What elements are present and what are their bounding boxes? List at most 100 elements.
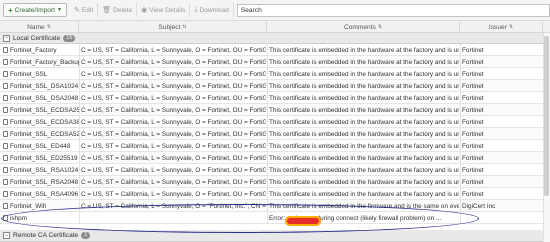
table-row[interactable]: Fortinet_SSL_ED448 C = US, ST = Californi… [0, 140, 550, 152]
table-row[interactable]: Fortinet_SSL_RSA1024 C = US, ST = Califor… [0, 164, 550, 176]
issuer-text: Fortinet [462, 58, 484, 66]
comments-text: This certificate is embedded in the hard… [269, 46, 459, 54]
table-row[interactable]: Fortinet_SSL_ECDSA521 C = US, ST = Califo… [0, 128, 550, 140]
column-separator [267, 128, 268, 140]
group-local-certificate[interactable]: − Local Certificate 15 [0, 33, 550, 44]
column-separator [460, 152, 461, 164]
cell-issuer: Fortinet [462, 56, 542, 68]
collapse-icon[interactable]: − [3, 232, 10, 239]
column-separator [267, 116, 268, 128]
column-separator [267, 188, 268, 200]
comments-text: This certificate is embedded in the hard… [269, 58, 459, 66]
table-row[interactable]: Fortinet_SSL_RSA4096 C = US, ST = Califor… [0, 188, 550, 200]
eye-icon: ◉ [141, 7, 148, 14]
table-row[interactable]: Fortinet_SSL C = US, ST = California, L =… [0, 68, 550, 80]
certificate-icon [3, 71, 8, 77]
table-row[interactable]: Fortinet_Factory C = US, ST = California,… [0, 44, 550, 56]
certificate-icon [3, 155, 8, 161]
subject-text: C = US, ST = California, L = Sunnyvale, … [81, 118, 266, 126]
cell-comments: This certificate is embedded in the hard… [269, 140, 459, 152]
column-separator [267, 176, 268, 188]
cell-issuer: Fortinet [462, 116, 542, 128]
sort-icon: ⇅ [46, 24, 51, 30]
column-separator [460, 164, 461, 176]
subject-text: C = US, ST = California, L = Sunnyvale, … [81, 106, 266, 114]
cell-subject: C = US, ST = California, L = Sunnyvale, … [81, 68, 266, 80]
table-row[interactable]: Fortinet_SSL_ECDSA256 C = US, ST = Califo… [0, 104, 550, 116]
plus-icon: + [8, 5, 13, 15]
chevron-down-icon: ▼ [56, 7, 62, 13]
subject-text: C = US, ST = California, L = Sunnyvale, … [81, 166, 266, 174]
cell-name: Fortinet_SSL_ECDSA256 [3, 104, 79, 116]
table-row[interactable]: Fortinet_Factory_Backup C = US, ST = Cali… [0, 56, 550, 68]
column-header-subject[interactable]: Subject ⇅ [79, 21, 267, 33]
column-separator [79, 152, 80, 164]
issuer-text: Fortinet [462, 82, 484, 90]
subject-text: C = US, ST = California, L = Sunnyvale, … [81, 46, 266, 54]
cell-issuer: DigiCert Inc [462, 200, 542, 212]
delete-button[interactable]: 🗑 Delete [98, 3, 138, 17]
issuer-text: DigiCert Inc [462, 202, 496, 210]
table-row[interactable]: Fortinet_SSL_RSA2048 C = US, ST = Califor… [0, 176, 550, 188]
subject-text: C = US, ST = California, L = Sunnyvale, … [81, 58, 266, 66]
column-separator [267, 92, 268, 104]
column-issuer-label: Issuer [488, 23, 507, 31]
delete-label: Delete [113, 6, 133, 14]
column-separator [460, 56, 461, 68]
comments-text: This certificate is embedded in the hard… [269, 106, 459, 114]
edit-button[interactable]: ✎ Edit [70, 3, 99, 17]
comments-text: This certificate is embedded in the hard… [269, 130, 459, 138]
comments-text: This certificate is embedded in the hard… [269, 178, 459, 186]
name-text: Fortinet_Factory [10, 46, 57, 54]
column-name-label: Name [27, 23, 45, 31]
download-button[interactable]: ⤓ Download [190, 3, 234, 17]
name-text: Fortinet_SSL_ECDSA521 [10, 130, 79, 138]
cell-issuer: Fortinet [462, 44, 542, 56]
cell-issuer: Fortinet [462, 92, 542, 104]
column-separator [79, 164, 80, 176]
cell-issuer: Fortinet [462, 164, 542, 176]
issuer-text: Fortinet [462, 166, 484, 174]
comments-text: This certificate is embedded in the hard… [269, 142, 459, 150]
name-text: Fortinet_SSL_ED25519 [10, 154, 78, 162]
download-icon: ⤓ [194, 6, 198, 13]
cell-subject: C = US, ST = California, L = Sunnyvale, … [81, 116, 266, 128]
table-header: Name ⇅ Subject ⇅ Comments ⇅ Issuer ⇅ [0, 21, 550, 33]
column-separator [267, 68, 268, 80]
column-separator [79, 80, 80, 92]
count-badge: 1 [81, 232, 91, 239]
cell-subject: C = US, ST = California, L = Sunnyvale, … [81, 80, 266, 92]
column-header-issuer[interactable]: Issuer ⇅ [460, 21, 543, 33]
collapse-icon[interactable]: − [3, 34, 10, 42]
issuer-text: Fortinet [462, 154, 484, 162]
cell-issuer: Fortinet [462, 68, 542, 80]
column-header-name[interactable]: Name ⇅ [0, 21, 79, 33]
column-separator [267, 44, 268, 56]
scrollbar-thumb[interactable] [544, 36, 549, 196]
cell-name: Fortinet_SSL_RSA4096 [3, 188, 79, 200]
table-row[interactable]: Fortinet_SSL_DSA1024 C = US, ST = Califor… [0, 80, 550, 92]
cell-name: Fortinet_SSL_DSA1024 [3, 80, 79, 92]
table-row[interactable]: Fortinet_SSL_ECDSA384 C = US, ST = Califo… [0, 116, 550, 128]
search-input[interactable]: Search [236, 3, 550, 17]
cell-comments: This certificate is embedded in the hard… [269, 128, 459, 140]
table-row[interactable]: Fortinet_SSL_DSA2048 C = US, ST = Califor… [0, 92, 550, 104]
group-label: Local Certificate [13, 34, 61, 42]
sort-icon: ⇅ [508, 24, 514, 30]
cell-comments: This certificate is embedded in the hard… [269, 92, 459, 104]
create-import-button[interactable]: + Create/Import ▼ [3, 3, 67, 17]
cell-name: Fortinet_SSL_RSA1024 [3, 164, 79, 176]
column-header-comments[interactable]: Comments ⇅ [267, 21, 460, 33]
certificate-icon [3, 167, 8, 173]
subject-text: C = US, ST = California, L = Sunnyvale, … [81, 178, 266, 186]
column-separator [460, 128, 461, 140]
certificate-icon [3, 83, 8, 89]
table-row[interactable]: Fortinet_SSL_ED25519 C = US, ST = Califor… [0, 152, 550, 164]
view-details-button[interactable]: ◉ View Details [137, 3, 191, 17]
name-text: Fortinet_SSL_ECDSA384 [10, 118, 79, 126]
subject-text: C = US, ST = California, L = Sunnyvale, … [81, 94, 266, 102]
certificate-icon [3, 143, 8, 149]
create-import-label: Create/Import [14, 6, 55, 14]
column-separator [460, 116, 461, 128]
count-badge: 15 [63, 34, 76, 42]
